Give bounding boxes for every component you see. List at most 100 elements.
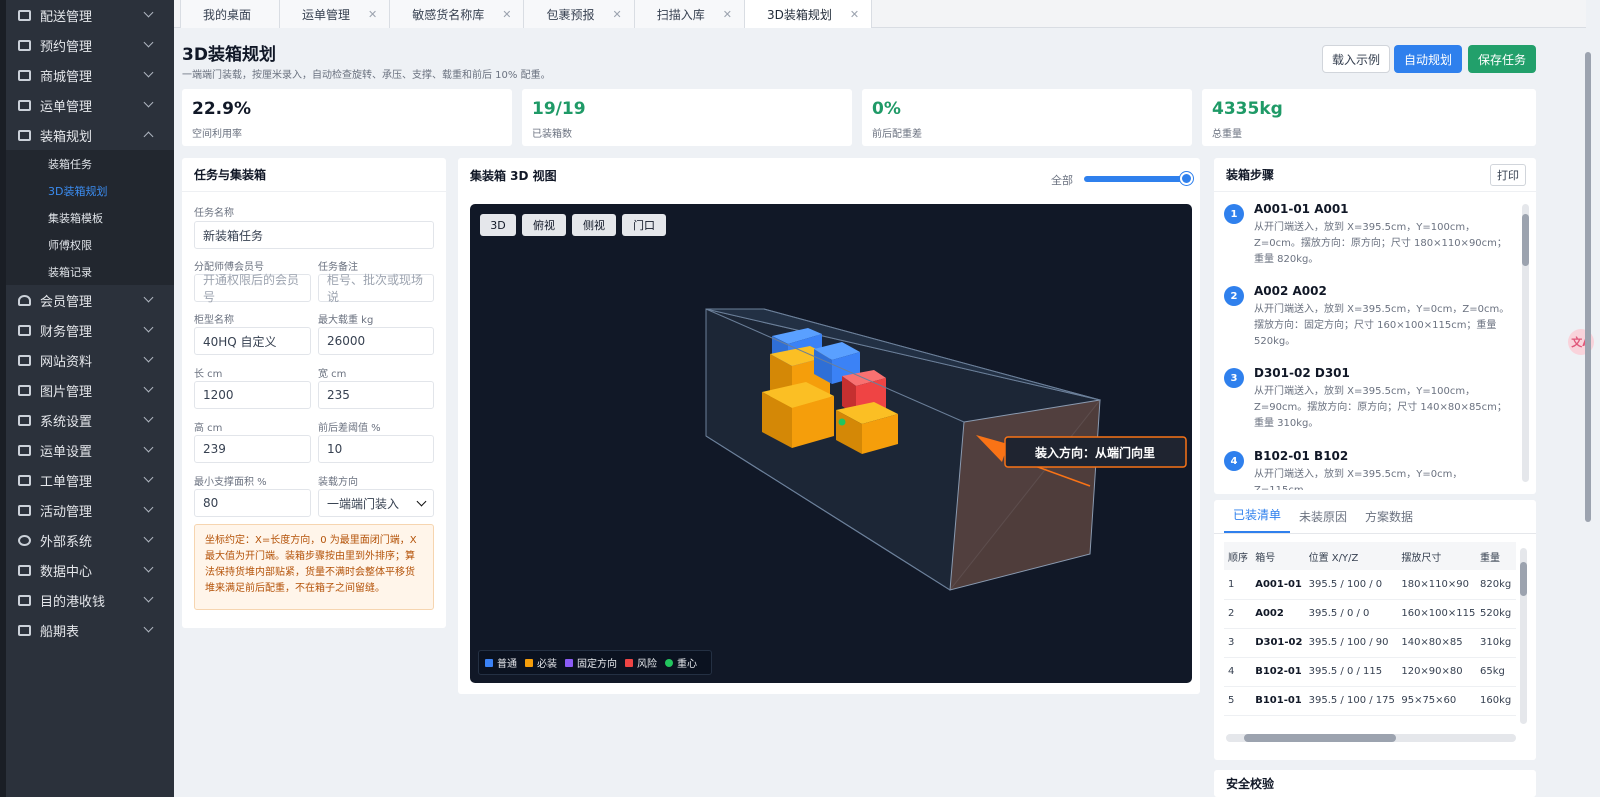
- sidebar-item[interactable]: 外部系统: [6, 525, 174, 555]
- width-input[interactable]: 235: [318, 381, 434, 409]
- table-row[interactable]: 4 B102-01 395.5 / 0 / 115 120×90×80 65kg: [1224, 657, 1516, 687]
- container-3d-view-card: 集装箱 3D 视图 全部 3D 俯视 侧视 门口 装入方向：从端门向里 普通 必…: [458, 158, 1200, 694]
- cell-order: 1: [1224, 570, 1252, 600]
- sidebar-item[interactable]: 配送管理: [6, 0, 174, 30]
- step-slider-track[interactable]: [1084, 176, 1188, 182]
- sidebar-item[interactable]: 财务管理: [6, 315, 174, 345]
- length-input[interactable]: 1200: [194, 381, 311, 409]
- sidebar-item[interactable]: 预约管理: [6, 30, 174, 60]
- table-vertical-scrollbar-thumb[interactable]: [1520, 562, 1527, 596]
- sidebar-subitem[interactable]: 师傅权限: [6, 231, 174, 258]
- tab[interactable]: 包裹预报 ✕: [523, 0, 635, 28]
- legend-label: 风险: [637, 659, 657, 670]
- table-row[interactable]: 1 A001-01 395.5 / 100 / 0 180×110×90 820…: [1224, 570, 1516, 600]
- sidebar-subitem[interactable]: 装箱记录: [6, 258, 174, 285]
- sidebar-item-label: 图片管理: [40, 384, 93, 400]
- tab-label: 敏感货名称库: [412, 7, 485, 22]
- load-example-button[interactable]: 载入示例: [1322, 45, 1390, 73]
- tab[interactable]: 运单管理 ✕: [279, 0, 391, 28]
- cell-box-no: B102-01: [1251, 657, 1305, 687]
- stat-space-utilization: 22.9% 空间利用率: [182, 89, 512, 146]
- steps-scrollbar-thumb[interactable]: [1522, 214, 1529, 266]
- assign-member-input[interactable]: 开通权限后的会员号: [194, 273, 311, 304]
- table-row[interactable]: 3 D301-02 395.5 / 100 / 90 140×80×85 310…: [1224, 628, 1516, 658]
- table-row[interactable]: 5 B101-01 395.5 / 100 / 175 95×75×60 160…: [1224, 686, 1516, 716]
- sidebar-item-label: 运单管理: [40, 99, 93, 115]
- step-title: A001-01 A001: [1254, 202, 1349, 216]
- slider-label: 全部: [1051, 174, 1073, 187]
- cabinet-name-input[interactable]: 40HQ 自定义: [194, 327, 311, 355]
- sidebar-item[interactable]: 船期表: [6, 615, 174, 645]
- sidebar-subitem[interactable]: 集装箱模板: [6, 204, 174, 231]
- page-scrollbar[interactable]: [1582, 40, 1594, 780]
- field-label: 最小支撑面积 %: [194, 477, 267, 488]
- sidebar-item-label: 目的港收钱: [40, 594, 106, 610]
- sidebar-item-label: 活动管理: [40, 504, 93, 520]
- list-icon: [18, 594, 31, 606]
- save-task-button[interactable]: 保存任务: [1468, 45, 1536, 73]
- close-icon[interactable]: ✕: [850, 8, 859, 21]
- sidebar-item[interactable]: 会员管理: [6, 285, 174, 315]
- load-direction-select[interactable]: 一端端门装入: [318, 489, 434, 517]
- packed-table-viewport: 顺序 箱号 位置 X/Y/Z 摆放尺寸 重量 1 A001-01 395.5 /…: [1214, 500, 1516, 726]
- step-desc: 从开门端送入，放到 X=395.5cm，Y=100cm，Z=0cm。摆放方向：原…: [1254, 222, 1507, 265]
- close-icon[interactable]: ✕: [613, 8, 622, 21]
- sidebar-item[interactable]: 运单设置: [6, 435, 174, 465]
- card-title: 装箱步骤: [1214, 158, 1536, 192]
- task-name-input[interactable]: 新装箱任务: [194, 221, 434, 249]
- doc-icon: [18, 474, 31, 486]
- step-item[interactable]: 1 A001-01 A001 从开门端送入，放到 X=395.5cm，Y=100…: [1224, 202, 1514, 282]
- tab-label: 包裹预报: [546, 7, 595, 22]
- close-icon[interactable]: ✕: [723, 8, 732, 21]
- close-icon[interactable]: ✕: [368, 8, 377, 21]
- sidebar-item[interactable]: 目的港收钱: [6, 585, 174, 615]
- print-button[interactable]: 打印: [1490, 164, 1526, 186]
- field-label: 高 cm: [194, 423, 223, 434]
- threshold-input[interactable]: 10: [318, 435, 434, 463]
- cell-size: 160×100×115: [1397, 599, 1476, 629]
- auto-plan-button[interactable]: 自动规划: [1394, 45, 1462, 73]
- close-icon[interactable]: ✕: [502, 8, 511, 21]
- sidebar-item[interactable]: 系统设置: [6, 405, 174, 435]
- doc-icon: [18, 414, 31, 426]
- stat-label: 已装箱数: [532, 129, 572, 140]
- min-support-input[interactable]: 80: [194, 489, 311, 517]
- sidebar-item[interactable]: 装箱规划: [6, 120, 174, 150]
- cell-order: 5: [1224, 686, 1252, 716]
- sidebar-item[interactable]: 运单管理: [6, 90, 174, 120]
- doc-icon: [18, 624, 31, 636]
- page-scrollbar-thumb[interactable]: [1585, 52, 1591, 522]
- table-row[interactable]: 2 A002 395.5 / 0 / 0 160×100×115 520kg: [1224, 599, 1516, 629]
- task-remark-input[interactable]: 柜号、批次或现场说: [318, 273, 434, 304]
- sidebar-item[interactable]: 网站资料: [6, 345, 174, 375]
- legend-item: 重心: [665, 655, 697, 670]
- sidebar-item[interactable]: 工单管理: [6, 465, 174, 495]
- safety-check-card: 安全校验: [1214, 770, 1536, 797]
- tab[interactable]: 扫描入库 ✕: [633, 0, 745, 28]
- column-header: 重量: [1476, 542, 1516, 570]
- table-horizontal-scrollbar-thumb[interactable]: [1244, 734, 1396, 742]
- sidebar-item[interactable]: 商城管理: [6, 60, 174, 90]
- chevron-down-icon: [416, 496, 427, 507]
- step-title: B102-01 B102: [1254, 449, 1349, 463]
- step-item[interactable]: 3 D301-02 D301 从开门端送入，放到 X=395.5cm，Y=100…: [1224, 366, 1514, 446]
- container-3d-render: 装入方向：从端门向里: [705, 308, 1187, 591]
- legend-item: 风险: [625, 655, 657, 670]
- step-item[interactable]: 2 A002 A002 从开门端送入，放到 X=395.5cm，Y=0cm，Z=…: [1224, 284, 1514, 364]
- sidebar-item-label: 外部系统: [40, 534, 93, 550]
- stat-label: 前后配重差: [872, 129, 922, 140]
- step-item[interactable]: 4 B102-01 B102 从开门端送入，放到 X=395.5cm，Y=0cm…: [1224, 449, 1514, 490]
- tab[interactable]: 敏感货名称库 ✕: [389, 0, 525, 28]
- sidebar-item[interactable]: 数据中心: [6, 555, 174, 585]
- sidebar-item[interactable]: 图片管理: [6, 375, 174, 405]
- tab[interactable]: 我的桌面: [180, 0, 281, 28]
- tab[interactable]: 3D装箱规划 ✕: [743, 0, 873, 28]
- field-label: 任务名称: [194, 208, 234, 219]
- max-load-input[interactable]: 26000: [318, 327, 434, 355]
- sidebar-subitem[interactable]: 装箱任务: [6, 150, 174, 177]
- sidebar-subitem[interactable]: 3D装箱规划: [6, 177, 174, 204]
- step-slider-handle[interactable]: [1180, 172, 1193, 185]
- height-input[interactable]: 239: [194, 435, 311, 463]
- sidebar-item[interactable]: 活动管理: [6, 495, 174, 525]
- 3d-stage[interactable]: 3D 俯视 侧视 门口 装入方向：从端门向里 普通 必装 固定方向 风险 重心: [470, 204, 1192, 683]
